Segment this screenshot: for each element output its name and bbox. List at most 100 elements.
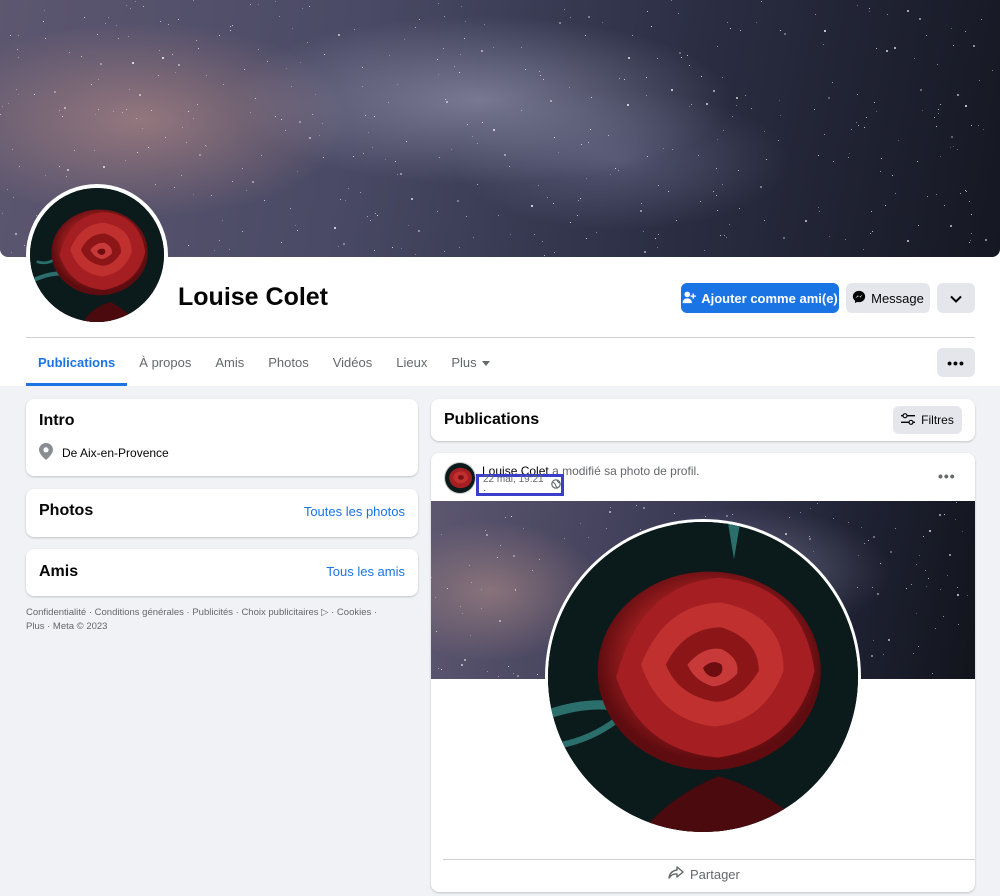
star-dot (857, 587, 858, 588)
post-timestamp[interactable]: 22 mai, 19:21 · (483, 474, 548, 496)
star-dot (863, 249, 864, 250)
star-dot (444, 251, 445, 252)
star-dot (687, 55, 688, 56)
star-dot (780, 30, 781, 31)
star-dot (554, 137, 555, 138)
post-options-button[interactable]: ••• (938, 468, 956, 484)
footer-line[interactable]: Confidentialité · Conditions générales ·… (26, 606, 418, 620)
star-dot (214, 250, 215, 251)
friends-title: Amis (39, 563, 79, 580)
tab-videos[interactable]: Vidéos (321, 338, 385, 386)
star-dot (15, 233, 17, 235)
star-dot (340, 199, 341, 200)
star-dot (525, 69, 526, 70)
add-friend-button[interactable]: Ajouter comme ami(e) (681, 283, 839, 313)
star-dot (441, 534, 442, 535)
star-dot (550, 100, 552, 102)
post-profile-photo[interactable] (545, 519, 861, 835)
filters-button[interactable]: Filtres (893, 406, 962, 434)
location-pin-icon (39, 443, 53, 463)
share-button[interactable]: Partager (668, 866, 740, 882)
post-author-avatar[interactable] (444, 462, 476, 494)
star-dot (498, 676, 499, 677)
star-dot (564, 9, 565, 10)
star-dot (655, 238, 656, 239)
star-dot (730, 28, 731, 29)
star-dot (849, 153, 850, 154)
footer-links[interactable]: Confidentialité · Conditions générales ·… (26, 606, 418, 634)
tab-about[interactable]: À propos (127, 338, 203, 386)
photos-title: Photos (39, 502, 94, 519)
star-dot (118, 38, 119, 39)
star-dot (627, 104, 629, 106)
intro-location-row: De Aix-en-Provence (39, 443, 169, 463)
star-dot (338, 34, 340, 36)
star-dot (869, 8, 870, 9)
star-dot (34, 94, 35, 95)
star-dot (484, 24, 485, 25)
tab-more[interactable]: Plus (439, 338, 501, 386)
star-dot (547, 197, 548, 198)
post-timestamp-highlight[interactable]: 22 mai, 19:21 · (476, 474, 564, 496)
star-dot (338, 246, 339, 247)
tab-label: Publications (38, 354, 116, 370)
star-dot (764, 220, 765, 221)
star-dot (540, 75, 541, 76)
star-dot (18, 57, 19, 58)
star-dot (544, 255, 545, 256)
star-dot (602, 22, 603, 23)
footer-line[interactable]: Plus · Meta © 2023 (26, 620, 418, 634)
profile-more-button[interactable]: ••• (937, 348, 975, 377)
all-photos-link[interactable]: Toutes les photos (304, 504, 405, 519)
star-dot (756, 22, 757, 23)
star-dot (705, 516, 706, 517)
star-dot (267, 61, 268, 62)
tab-friends[interactable]: Amis (203, 338, 256, 386)
star-dot (348, 188, 349, 189)
star-dot (864, 543, 865, 544)
add-friend-label: Ajouter comme ami(e) (701, 290, 838, 306)
star-dot (979, 80, 980, 81)
tab-label: Amis (215, 354, 245, 370)
star-dot (360, 192, 361, 193)
all-friends-link[interactable]: Tous les amis (326, 564, 405, 579)
tab-publications[interactable]: Publications (26, 338, 128, 386)
star-dot (165, 137, 166, 138)
star-dot (957, 587, 958, 588)
star-dot (69, 52, 70, 53)
star-dot (894, 47, 896, 49)
star-dot (302, 8, 303, 9)
star-dot (445, 99, 446, 100)
star-dot (419, 19, 420, 20)
star-dot (780, 115, 781, 116)
star-dot (577, 215, 578, 216)
message-button[interactable]: Message (846, 283, 930, 313)
star-dot (64, 107, 66, 109)
ellipsis-icon: ••• (947, 354, 965, 371)
tab-places[interactable]: Lieux (384, 338, 439, 386)
star-dot (856, 122, 857, 123)
star-dot (229, 249, 230, 250)
star-dot (188, 245, 189, 246)
star-dot (833, 518, 834, 519)
star-dot (13, 197, 14, 198)
more-options-dropdown-button[interactable] (937, 283, 975, 313)
star-dot (570, 222, 571, 223)
star-dot (16, 89, 17, 90)
star-dot (937, 64, 938, 65)
star-dot (647, 156, 648, 157)
star-dot (872, 587, 873, 588)
profile-picture[interactable] (26, 184, 168, 326)
star-dot (760, 186, 762, 188)
star-dot (122, 112, 123, 113)
star-dot (532, 570, 533, 571)
star-dot (126, 109, 127, 110)
star-dot (610, 174, 611, 175)
star-dot (244, 69, 245, 70)
star-dot (193, 0, 194, 1)
star-dot (197, 104, 198, 105)
star-dot (482, 122, 483, 123)
star-dot (415, 254, 416, 255)
tab-photos[interactable]: Photos (256, 338, 320, 386)
star-dot (885, 205, 886, 206)
